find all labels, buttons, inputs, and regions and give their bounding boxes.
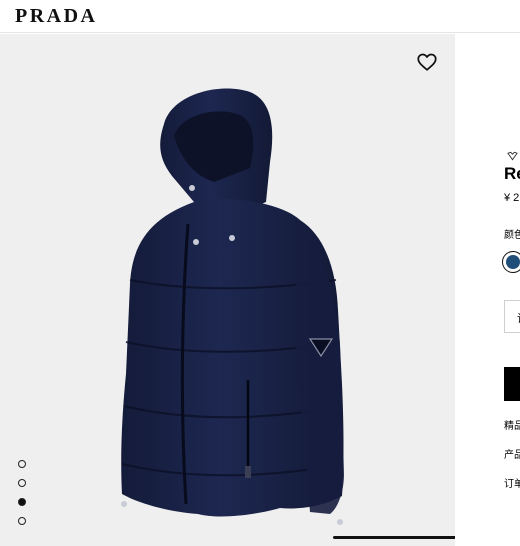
product-image bbox=[121, 88, 344, 525]
size-select-button[interactable]: 请 bbox=[504, 300, 520, 333]
product-price: ¥ 2 bbox=[504, 192, 520, 204]
product-gallery[interactable] bbox=[0, 34, 455, 546]
heart-icon[interactable] bbox=[416, 51, 438, 73]
prada-logo[interactable]: PRADA bbox=[15, 5, 98, 27]
gallery-dot[interactable] bbox=[18, 517, 26, 525]
color-label: 颜色 bbox=[504, 230, 520, 241]
color-swatch-fill bbox=[505, 254, 520, 269]
site-header: PRADA bbox=[0, 0, 520, 33]
info-link-order[interactable]: 订单 bbox=[504, 475, 520, 490]
product-name: Re bbox=[504, 164, 520, 183]
info-link-boutique[interactable]: 精品 bbox=[504, 417, 520, 432]
gallery-dot-active[interactable] bbox=[18, 498, 26, 506]
gallery-dot[interactable] bbox=[18, 460, 26, 468]
color-swatch[interactable] bbox=[502, 251, 520, 273]
gallery-dot[interactable] bbox=[18, 479, 26, 487]
heart-outline-icon bbox=[507, 151, 518, 161]
gallery-dots bbox=[18, 460, 28, 536]
info-link-product[interactable]: 产品 bbox=[504, 446, 520, 461]
product-info-panel: Re ¥ 2 颜色 请 精品 产品 订单 bbox=[455, 34, 520, 546]
add-to-cart-button[interactable] bbox=[504, 367, 520, 401]
